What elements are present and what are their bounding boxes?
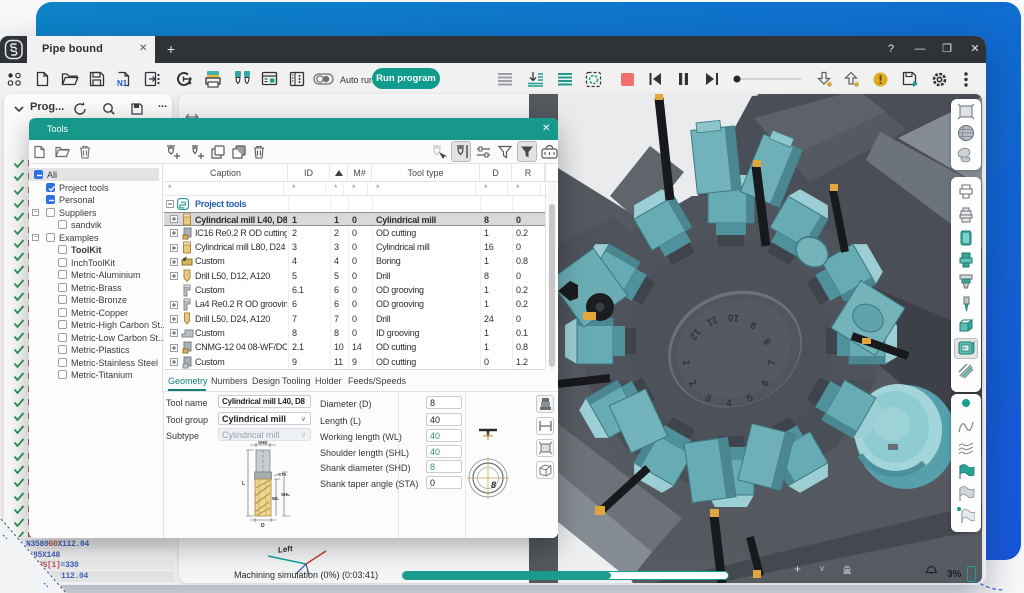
svg-text:o: o [855,82,858,88]
svg-text:STA: STA [278,472,287,477]
svg-text:Left: Left [277,544,293,555]
svg-text:N1: N1 [117,79,128,87]
svg-text:SHD: SHD [258,440,268,445]
svg-text:7: 7 [767,359,778,366]
svg-text:1: 1 [680,360,691,367]
svg-text:SHL: SHL [281,492,290,497]
svg-text:o: o [828,82,831,88]
svg-text:WL: WL [272,496,279,501]
svg-text:4: 4 [726,399,732,410]
svg-text:D: D [261,523,265,529]
svg-text:10: 10 [727,311,740,323]
svg-text:L: L [242,481,245,487]
svg-text:8: 8 [491,480,496,490]
